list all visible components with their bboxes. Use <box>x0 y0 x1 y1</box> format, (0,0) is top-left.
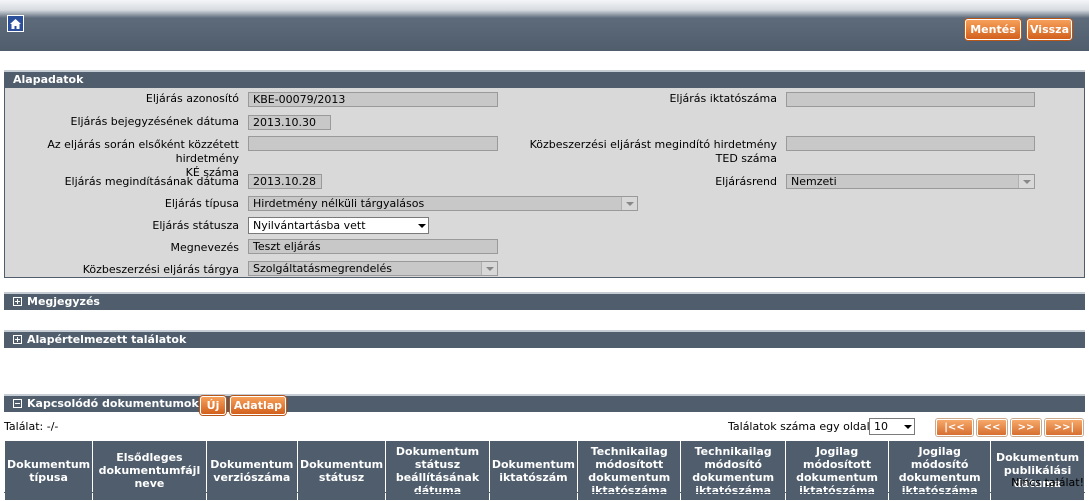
result-count: Találat: -/- <box>4 420 59 433</box>
new-button[interactable]: Új <box>200 396 226 415</box>
collapse-icon[interactable] <box>13 399 22 408</box>
alapadatok-header: Alapadatok <box>4 70 1085 88</box>
chevron-down-icon <box>1018 175 1034 188</box>
megindites-datuma-label: Eljárás megindításának dátuma <box>64 175 239 188</box>
eljaras-iktatoszama-field <box>786 92 1035 107</box>
kapcsolodo-panel: Kapcsolódó dokumentumok <box>4 394 1085 414</box>
divider <box>4 492 1085 493</box>
ted-szama-label: Közbeszerzési eljárást megindító hirdetm… <box>529 138 777 165</box>
eljaras-azonosito-field: KBE-00079/2013 <box>248 92 498 107</box>
last-page-button[interactable]: >>| <box>1045 419 1083 436</box>
chevron-down-icon <box>418 224 426 232</box>
alapadatok-panel: Alapadatok Eljárás azonosító KBE-00079/2… <box>4 70 1085 278</box>
ke-szama-field <box>248 136 498 151</box>
megnevezes-field: Teszt eljárás <box>248 239 498 254</box>
eljaras-statusza-label: Eljárás státusza <box>152 219 239 232</box>
per-page-label: Találatok száma egy oldalon <box>728 420 884 433</box>
eljaras-statusza-select[interactable]: Nyilvántartásba vett <box>248 217 429 234</box>
save-button[interactable]: Mentés <box>965 19 1021 40</box>
eljarasrend-label: Eljárásrend <box>715 175 777 188</box>
eljaras-iktatoszama-label: Eljárás iktatószáma <box>669 92 777 105</box>
adatlap-button[interactable]: Adatlap <box>230 396 286 415</box>
expand-icon[interactable] <box>13 297 22 306</box>
ted-szama-field <box>786 136 1035 151</box>
eljarasrend-select: Nemzeti <box>786 174 1035 189</box>
eljaras-azonosito-label: Eljárás azonosító <box>145 92 239 105</box>
alapadatok-body: Eljárás azonosító KBE-00079/2013 Eljárás… <box>4 88 1085 278</box>
first-page-button[interactable]: |<< <box>936 419 973 436</box>
chevron-down-icon <box>904 425 912 433</box>
top-toolbar: Mentés Vissza <box>0 0 1089 51</box>
bejegyzes-datuma-label: Eljárás bejegyzésének dátuma <box>70 115 239 128</box>
eljaras-tipusa-select: Hirdetmény nélküli tárgyalásos <box>248 196 638 211</box>
ke-szama-label: Az eljárás során elsőként közzétett hird… <box>47 138 239 179</box>
per-page-select[interactable]: 10 <box>869 418 915 435</box>
chevron-down-icon <box>481 262 497 275</box>
bejegyzes-datuma-field: 2013.10.30 <box>248 115 331 130</box>
no-result-text: Nincs találat! <box>1011 476 1084 489</box>
targya-select: Szolgáltatásmegrendelés <box>248 261 498 276</box>
megnevezes-label: Megnevezés <box>170 241 239 254</box>
alapertelmezett-panel[interactable]: Alapértelmezett találatok <box>4 330 1085 348</box>
kapcsolodo-header[interactable]: Kapcsolódó dokumentumok <box>4 394 1085 412</box>
megjegyzes-header[interactable]: Megjegyzés <box>4 292 1085 310</box>
alapertelmezett-header[interactable]: Alapértelmezett találatok <box>4 330 1085 348</box>
targya-label: Közbeszerzési eljárás tárgya <box>82 263 239 276</box>
chevron-down-icon <box>621 197 637 210</box>
expand-icon[interactable] <box>13 335 22 344</box>
home-icon[interactable] <box>7 15 24 32</box>
eljaras-tipusa-label: Eljárás típusa <box>164 197 239 210</box>
next-page-button[interactable]: >> <box>1011 419 1041 436</box>
prev-page-button[interactable]: << <box>977 419 1007 436</box>
back-button[interactable]: Vissza <box>1027 19 1072 40</box>
megindites-datuma-field: 2013.10.28 <box>248 174 322 189</box>
megjegyzes-panel[interactable]: Megjegyzés <box>4 292 1085 310</box>
